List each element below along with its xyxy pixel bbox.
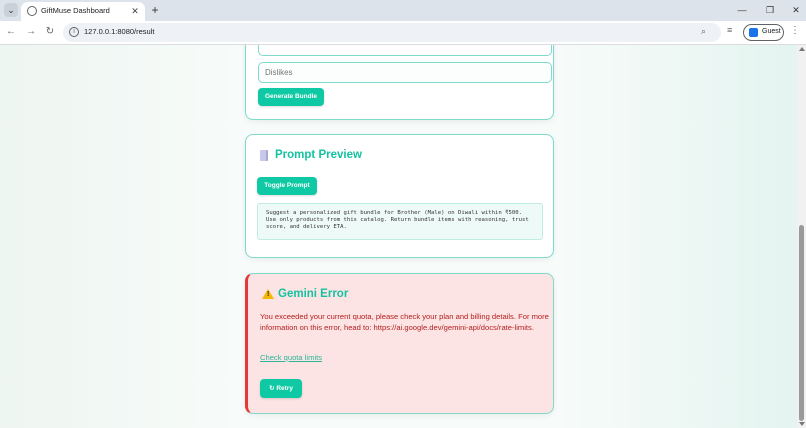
prompt-text: Suggest a personalized gift bundle for B…: [257, 203, 543, 240]
scroll-down-arrow-icon[interactable]: [799, 422, 805, 426]
page-viewport: Generate Bundle Prompt Preview Toggle Pr…: [0, 45, 797, 428]
new-tab-button[interactable]: +: [148, 2, 162, 18]
profile-label: Guest: [762, 28, 781, 35]
tab-search-button[interactable]: ⌄: [4, 3, 18, 17]
error-message: You exceeded your current quota, please …: [260, 312, 549, 332]
previous-field[interactable]: [258, 45, 552, 56]
tab-strip: ⌄ GiftMuse Dashboard ✕ + — ❐ ✕: [0, 0, 806, 21]
prompt-preview-card: Prompt Preview Toggle Prompt Suggest a p…: [245, 134, 554, 258]
browser-toolbar: ← → ↻ i 127.0.0.1:8080/result ⌕ ≡ Guest …: [0, 21, 806, 45]
scrollbar-thumb[interactable]: [799, 225, 804, 421]
check-quota-link[interactable]: Check quota limits: [260, 353, 322, 362]
page-scrollbar[interactable]: [797, 45, 806, 428]
url-text[interactable]: 127.0.0.1:8080/result: [84, 27, 154, 36]
media-controls-icon[interactable]: ≡: [727, 25, 732, 35]
profile-button[interactable]: Guest: [743, 24, 784, 41]
scroll-up-arrow-icon[interactable]: [799, 47, 805, 51]
restore-button[interactable]: ❐: [762, 2, 778, 18]
tab-title: GiftMuse Dashboard: [41, 6, 110, 15]
back-arrow-icon[interactable]: ←: [4, 25, 18, 39]
warning-icon: !: [262, 289, 274, 299]
guest-avatar-icon: [749, 28, 758, 37]
error-title: Gemini Error: [278, 288, 349, 300]
preferences-form-card: Generate Bundle: [245, 45, 554, 120]
zoom-icon[interactable]: ⌕: [701, 26, 706, 37]
prompt-preview-title: Prompt Preview: [275, 149, 362, 161]
globe-icon: [27, 6, 37, 16]
generate-bundle-button[interactable]: Generate Bundle: [258, 88, 324, 106]
minimize-button[interactable]: —: [734, 2, 750, 18]
window-close-button[interactable]: ✕: [788, 2, 804, 18]
gemini-error-card: ! Gemini Error You exceeded your current…: [245, 273, 554, 414]
tab-close-icon[interactable]: ✕: [129, 4, 141, 18]
address-bar[interactable]: i 127.0.0.1:8080/result ⌕: [63, 23, 721, 42]
reload-icon[interactable]: ↻: [43, 25, 57, 39]
dislikes-input[interactable]: [258, 62, 552, 83]
retry-button[interactable]: ↻ Retry: [260, 379, 302, 398]
kebab-menu-icon[interactable]: ⋮: [790, 25, 800, 36]
document-icon: [260, 150, 268, 161]
browser-tab[interactable]: GiftMuse Dashboard ✕: [21, 2, 145, 21]
toggle-prompt-button[interactable]: Toggle Prompt: [257, 177, 317, 195]
site-info-icon[interactable]: i: [69, 27, 79, 37]
forward-arrow-icon[interactable]: →: [24, 25, 38, 39]
